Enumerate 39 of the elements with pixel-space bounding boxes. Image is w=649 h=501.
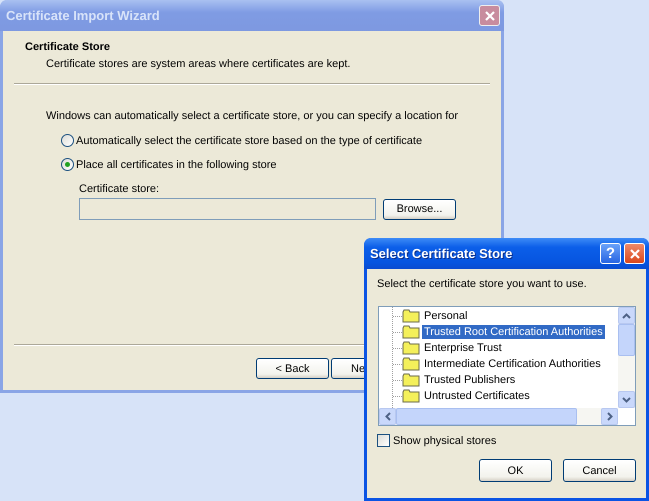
folder-icon xyxy=(402,389,420,403)
chevron-left-icon[interactable] xyxy=(384,412,390,421)
chevron-down-icon[interactable] xyxy=(622,396,631,402)
dialog-button[interactable]: OK xyxy=(479,459,552,482)
radio-label: Automatically select the certificate store based on the type of certificate xyxy=(76,134,422,146)
page-subheading: Certificate stores are system areas where certificates are kept. xyxy=(45,58,352,70)
tree-item[interactable]: Untrusted Certificates xyxy=(422,389,532,403)
nav-button[interactable]: < Back xyxy=(256,358,329,379)
folder-icon xyxy=(402,325,420,339)
intro-text: Windows can automatically select a certificate store, or you can specify a location for xyxy=(46,110,460,122)
checkbox-label: Show physical stores xyxy=(393,434,496,446)
certificate-store-field[interactable] xyxy=(79,198,376,220)
tree-item[interactable]: Enterprise Trust xyxy=(422,341,504,355)
vertical-scrollbar[interactable] xyxy=(618,307,635,408)
chevron-right-icon[interactable] xyxy=(606,412,612,421)
dialog-button[interactable]: Cancel xyxy=(563,459,636,482)
field-label: Certificate store: xyxy=(79,183,160,195)
window-title: Certificate Import Wizard xyxy=(6,8,161,23)
close-icon xyxy=(628,248,640,260)
horizontal-scrollbar[interactable] xyxy=(379,408,618,425)
dialog-title: Select Certificate Store xyxy=(370,246,514,261)
radio-button[interactable] xyxy=(61,134,74,147)
radio-button[interactable] xyxy=(61,158,74,171)
browse-button[interactable]: Browse... xyxy=(383,198,456,220)
close-button[interactable] xyxy=(479,5,500,26)
folder-icon xyxy=(402,341,420,355)
folder-icon xyxy=(402,373,420,387)
folder-icon xyxy=(402,357,420,371)
tree-item[interactable]: Trusted Root Certification Authorities xyxy=(422,325,605,339)
prompt-text: Select the certificate store you want to use. xyxy=(377,278,588,290)
checkbox[interactable] xyxy=(377,434,390,447)
tree-item[interactable]: Trusted Publishers xyxy=(422,373,518,387)
tree-item[interactable]: Intermediate Certification Authorities xyxy=(422,357,603,371)
close-icon xyxy=(484,10,496,22)
chevron-up-icon[interactable] xyxy=(622,312,631,318)
page-heading: Certificate Store xyxy=(25,41,111,53)
tree-item[interactable]: Personal xyxy=(422,309,470,323)
radio-label: Place all certificates in the following store xyxy=(76,158,277,170)
folder-icon xyxy=(402,309,420,323)
